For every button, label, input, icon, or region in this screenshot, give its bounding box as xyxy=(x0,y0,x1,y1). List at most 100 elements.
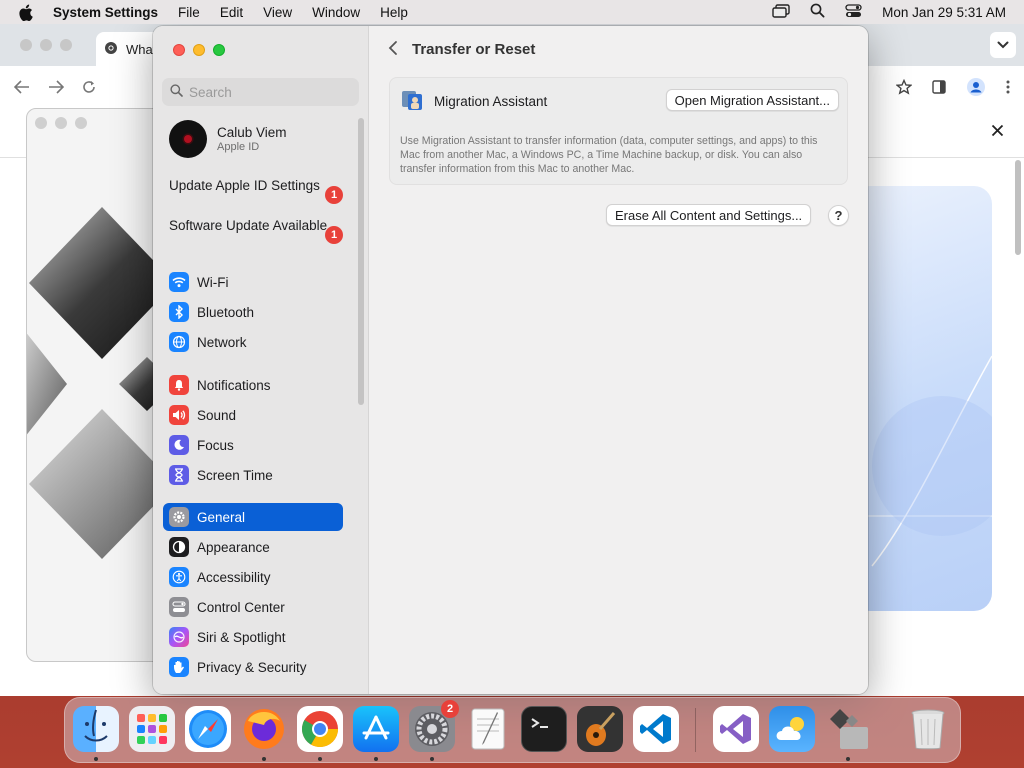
safari-compass-icon xyxy=(189,710,227,748)
profile-name: Calub Viem xyxy=(217,125,287,140)
erase-all-content-button[interactable]: Erase All Content and Settings... xyxy=(606,204,812,226)
notice-label: Update Apple ID Settings xyxy=(169,178,320,193)
bootcamp-minimize-control[interactable] xyxy=(55,117,67,129)
help-button[interactable]: ? xyxy=(828,205,849,226)
back-button[interactable] xyxy=(388,40,398,59)
reload-icon[interactable] xyxy=(82,80,96,97)
sidebar-item-bluetooth[interactable]: Bluetooth xyxy=(163,298,343,326)
zoom-window-button[interactable] xyxy=(213,44,225,56)
sidebar-item-control-center[interactable]: Control Center xyxy=(163,593,343,621)
sidebar-item-sound[interactable]: Sound xyxy=(163,401,343,429)
chrome-scrollbar[interactable] xyxy=(1015,160,1021,255)
dock-terminal[interactable] xyxy=(521,706,567,752)
sidebar-item-focus[interactable]: Focus xyxy=(163,431,343,459)
bootcamp-close-control[interactable] xyxy=(35,117,47,129)
menu-app-name[interactable]: System Settings xyxy=(53,5,158,20)
sidebar-item-label: Focus xyxy=(197,437,234,453)
window-controls xyxy=(173,44,225,56)
menu-file[interactable]: File xyxy=(178,5,200,20)
side-panel-icon[interactable] xyxy=(932,79,946,97)
sidebar-item-notifications[interactable]: Notifications xyxy=(163,371,343,399)
sidebar-item-wifi[interactable]: Wi-Fi xyxy=(163,268,343,296)
menu-bar: System Settings File Edit View Window He… xyxy=(0,0,1024,24)
chrome-tab-search-button[interactable] xyxy=(990,32,1016,58)
sidebar-item-general[interactable]: General xyxy=(163,503,343,531)
sidebar-scrollbar[interactable] xyxy=(358,118,364,405)
chrome-zoom-control[interactable] xyxy=(60,39,72,51)
sidebar-item-appearance[interactable]: Appearance xyxy=(163,533,343,561)
dock-firefox[interactable] xyxy=(241,706,287,752)
search-input[interactable] xyxy=(189,84,349,100)
minimize-window-button[interactable] xyxy=(193,44,205,56)
menu-window[interactable]: Window xyxy=(312,5,360,20)
dock-vscode[interactable] xyxy=(633,706,679,752)
dock-weather[interactable] xyxy=(769,706,815,752)
bookmark-star-icon[interactable] xyxy=(895,78,913,98)
migration-row: Migration Assistant xyxy=(400,88,547,115)
guitar-icon xyxy=(586,712,616,746)
sidebar-item-label: Siri & Spotlight xyxy=(197,629,286,645)
profile-subtitle: Apple ID xyxy=(217,141,260,153)
finder-icon xyxy=(84,709,108,742)
bootcamp-assistant-icon xyxy=(830,709,868,749)
menu-clock[interactable]: Mon Jan 29 5:31 AM xyxy=(882,5,1006,20)
globe-icon xyxy=(169,332,189,352)
bootcamp-zoom-control[interactable] xyxy=(75,117,87,129)
menu-view[interactable]: View xyxy=(263,5,292,20)
running-indicator xyxy=(846,757,850,761)
sidebar-item-network[interactable]: Network xyxy=(163,328,343,356)
notice-software-update[interactable]: Software Update Available 1 xyxy=(169,218,349,244)
dock-safari[interactable] xyxy=(185,706,231,752)
sidebar-search[interactable] xyxy=(162,78,359,106)
infobar-close-icon[interactable] xyxy=(991,124,1004,140)
dock-finder[interactable] xyxy=(73,706,119,752)
wifi-icon xyxy=(169,272,189,292)
bluetooth-icon xyxy=(169,302,189,322)
hand-icon xyxy=(169,657,189,677)
apple-menu-icon[interactable] xyxy=(18,4,36,21)
dock-launchpad[interactable] xyxy=(129,706,175,752)
sidebar-item-privacy-security[interactable]: Privacy & Security xyxy=(163,653,343,681)
migration-assistant-panel: Migration Assistant Open Migration Assis… xyxy=(389,77,848,185)
spotlight-search-icon[interactable] xyxy=(810,3,825,21)
vscode-icon xyxy=(640,714,671,744)
app-store-icon xyxy=(362,715,390,740)
page-title: Transfer or Reset xyxy=(412,41,536,58)
dock: 2 xyxy=(64,697,961,763)
control-center-menu-icon[interactable] xyxy=(845,3,862,21)
sidebar-item-siri-spotlight[interactable]: Siri & Spotlight xyxy=(163,623,343,651)
system-settings-window: Calub Viem Apple ID Update Apple ID Sett… xyxy=(153,26,868,694)
dock-visual-studio[interactable] xyxy=(713,706,759,752)
chrome-minimize-control[interactable] xyxy=(40,39,52,51)
firefox-icon xyxy=(244,709,284,749)
dock-garageband[interactable] xyxy=(577,706,623,752)
notice-update-apple-id[interactable]: Update Apple ID Settings 1 xyxy=(169,178,349,204)
chrome-close-control[interactable] xyxy=(20,39,32,51)
dock-bootcamp-assistant[interactable] xyxy=(825,706,871,752)
launchpad-icon xyxy=(137,714,167,744)
moon-icon xyxy=(169,435,189,455)
forward-arrow-icon[interactable] xyxy=(48,79,65,97)
dock-chrome[interactable] xyxy=(297,706,343,752)
search-icon xyxy=(170,84,183,100)
notice-badge: 1 xyxy=(325,186,343,204)
sidebar-item-screen-time[interactable]: Screen Time xyxy=(163,461,343,489)
appearance-icon xyxy=(169,537,189,557)
sidebar-item-accessibility[interactable]: Accessibility xyxy=(163,563,343,591)
siri-icon xyxy=(169,627,189,647)
dock-app-store[interactable] xyxy=(353,706,399,752)
sidebar-item-label: General xyxy=(197,509,246,525)
close-window-button[interactable] xyxy=(173,44,185,56)
dock-textedit[interactable] xyxy=(465,706,511,752)
open-migration-assistant-button[interactable]: Open Migration Assistant... xyxy=(665,89,839,111)
back-arrow-icon[interactable] xyxy=(13,79,30,97)
menu-help[interactable]: Help xyxy=(380,5,408,20)
screen-mirroring-icon[interactable] xyxy=(772,3,790,21)
profile-icon[interactable] xyxy=(966,77,986,100)
sidebar-item-label: Screen Time xyxy=(197,467,273,483)
menu-edit[interactable]: Edit xyxy=(220,5,243,20)
dock-trash[interactable] xyxy=(905,706,951,752)
apple-id-profile[interactable]: Calub Viem Apple ID xyxy=(169,120,287,158)
visual-studio-icon xyxy=(720,714,751,744)
more-options-icon[interactable] xyxy=(1006,80,1010,97)
